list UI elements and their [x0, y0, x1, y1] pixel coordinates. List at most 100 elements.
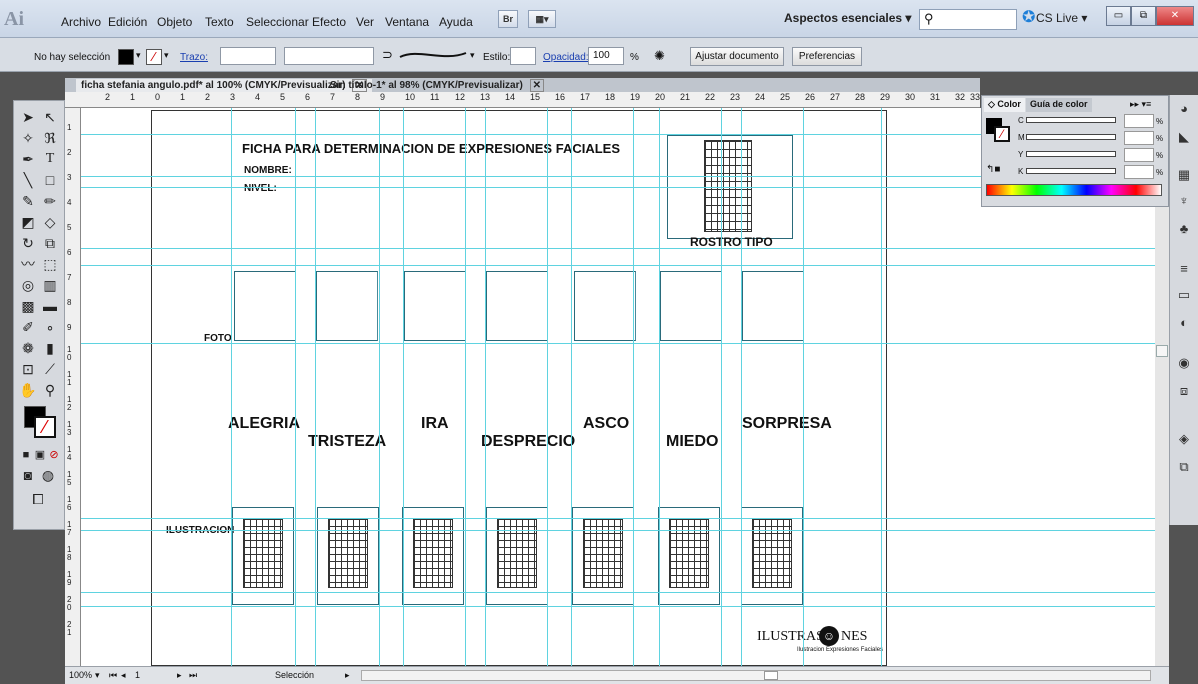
menu-ver[interactable]: Ver	[356, 15, 374, 29]
chevron-down-icon[interactable]: ▾	[136, 50, 141, 61]
guide-horizontal[interactable]	[81, 592, 1155, 593]
menu-ventana[interactable]: Ventana	[385, 15, 429, 29]
guide-horizontal[interactable]	[81, 530, 1155, 531]
slice-tool-icon[interactable]: ⟋	[40, 359, 60, 379]
illustration-box-asco[interactable]	[572, 507, 634, 605]
eyedropper-tool-icon[interactable]: ✐	[18, 317, 38, 337]
guide-horizontal[interactable]	[81, 343, 1155, 344]
appearance-icon[interactable]: ◉	[1174, 353, 1194, 373]
brush-icon[interactable]: ⊃	[382, 47, 393, 63]
chevron-down-icon[interactable]: ▾	[95, 670, 100, 681]
guide-vertical[interactable]	[803, 108, 804, 666]
gradient-tool-icon[interactable]: ▬	[40, 296, 60, 316]
draw-behind-icon[interactable]: ◍	[38, 465, 58, 485]
zoom-level[interactable]: 100%	[69, 670, 92, 680]
artboards-icon[interactable]: ⧉	[1174, 457, 1194, 477]
photo-box-miedo[interactable]	[660, 271, 722, 341]
chevron-down-icon[interactable]: ▾	[470, 50, 475, 61]
illustration-box-tristeza[interactable]	[317, 507, 379, 605]
stroke-swatch[interactable]: ⁄	[146, 49, 162, 65]
magic-wand-tool-icon[interactable]: ✧	[18, 128, 38, 148]
color-panel-icon[interactable]: ◕	[1174, 99, 1194, 119]
guide-horizontal[interactable]	[81, 265, 1155, 266]
minimize-button[interactable]: ▭	[1106, 6, 1131, 26]
pencil-tool-icon[interactable]: ✏	[40, 191, 60, 211]
variable-width-field[interactable]	[284, 47, 374, 65]
color-spectrum[interactable]	[986, 184, 1162, 196]
scale-tool-icon[interactable]: ⧉	[40, 233, 60, 253]
warp-tool-icon[interactable]: 〰	[18, 254, 38, 274]
tab-color[interactable]: ◇ Color	[984, 98, 1025, 112]
scroll-thumb[interactable]	[1156, 345, 1168, 357]
photo-box-alegria[interactable]	[234, 271, 296, 341]
eraser-tool-icon[interactable]: ◇	[40, 212, 60, 232]
bridge-button[interactable]: Br	[498, 10, 518, 28]
rectangle-tool-icon[interactable]: □	[40, 170, 60, 190]
rotate-tool-icon[interactable]: ↻	[18, 233, 38, 253]
draw-mode-icon[interactable]: ◙	[18, 465, 38, 485]
guide-vertical[interactable]	[721, 108, 722, 666]
perspective-grid-tool-icon[interactable]: ▥	[40, 275, 60, 295]
photo-box-asco[interactable]	[574, 271, 636, 341]
recolor-icon[interactable]: ✺	[654, 48, 665, 64]
guide-horizontal[interactable]	[81, 606, 1155, 607]
photo-box-sorpresa[interactable]	[742, 271, 804, 341]
line-tool-icon[interactable]: ╲	[18, 170, 38, 190]
menu-ayuda[interactable]: Ayuda	[439, 15, 473, 29]
guide-vertical[interactable]	[741, 108, 742, 666]
horizontal-scrollbar[interactable]	[361, 670, 1151, 681]
selection-tool-icon[interactable]: ➤	[18, 107, 38, 127]
guide-vertical[interactable]	[403, 108, 404, 666]
field-y[interactable]	[1124, 148, 1154, 162]
menu-edicion[interactable]: Edición	[108, 15, 147, 29]
slider-y[interactable]	[1026, 151, 1116, 157]
pen-tool-icon[interactable]: ✒	[18, 149, 38, 169]
shape-builder-tool-icon[interactable]: ◎	[18, 275, 38, 295]
transparency-icon[interactable]: ◐	[1174, 313, 1194, 333]
guide-vertical[interactable]	[881, 108, 882, 666]
preferences-button[interactable]: Preferencias	[792, 47, 862, 66]
photo-box-tristeza[interactable]	[316, 271, 378, 341]
symbols-icon[interactable]: ♣	[1174, 219, 1194, 239]
guide-vertical[interactable]	[465, 108, 466, 666]
menu-efecto[interactable]: Efecto	[312, 15, 346, 29]
menu-archivo[interactable]: Archivo	[61, 15, 101, 29]
tab-document-2[interactable]: Sin título-1* al 98% (CMYK/Previsualizar…	[325, 79, 549, 93]
out-of-gamut-icon[interactable]: ↰■	[986, 164, 1000, 175]
gradient-icon[interactable]: ▭	[1174, 285, 1194, 305]
guide-horizontal[interactable]	[81, 248, 1155, 249]
brush-stroke-preview[interactable]	[398, 48, 468, 62]
page-number[interactable]: 1	[135, 670, 140, 680]
mesh-tool-icon[interactable]: ▩	[18, 296, 38, 316]
guide-vertical[interactable]	[571, 108, 572, 666]
illustration-box-ira[interactable]	[402, 507, 464, 605]
guide-vertical[interactable]	[379, 108, 380, 666]
guide-vertical[interactable]	[633, 108, 634, 666]
illustration-box-sorpresa[interactable]	[741, 507, 803, 605]
photo-box-ira[interactable]	[404, 271, 466, 341]
opacity-field[interactable]: 100	[588, 47, 624, 65]
next-page-icon[interactable]: ▸	[177, 670, 182, 681]
paintbrush-tool-icon[interactable]: ✎	[18, 191, 38, 211]
lasso-tool-icon[interactable]: ℜ	[40, 128, 60, 148]
stroke-swatch[interactable]: ⁄	[994, 126, 1010, 142]
swatches-icon[interactable]: ▦	[1174, 165, 1194, 185]
guide-vertical[interactable]	[547, 108, 548, 666]
guide-horizontal[interactable]	[81, 518, 1155, 519]
free-transform-tool-icon[interactable]: ⬚	[40, 254, 60, 274]
direct-selection-tool-icon[interactable]: ↖	[40, 107, 60, 127]
hand-tool-icon[interactable]: ✋	[18, 380, 38, 400]
zoom-tool-icon[interactable]: ⚲	[40, 380, 60, 400]
guide-vertical[interactable]	[659, 108, 660, 666]
slider-m[interactable]	[1026, 134, 1116, 140]
tab-color-guide[interactable]: Guía de color	[1026, 98, 1092, 112]
type-tool-icon[interactable]: T	[40, 149, 60, 169]
last-page-icon[interactable]: ⏭	[189, 670, 197, 681]
restore-button[interactable]: ⧉	[1131, 6, 1156, 26]
help-search-input[interactable]: ⚲	[919, 9, 1017, 30]
menu-objeto[interactable]: Objeto	[157, 15, 192, 29]
guide-vertical[interactable]	[231, 108, 232, 666]
arrange-documents-button[interactable]: ▦▾	[528, 10, 556, 28]
blob-brush-tool-icon[interactable]: ◩	[18, 212, 38, 232]
illustration-box-miedo[interactable]	[658, 507, 720, 605]
